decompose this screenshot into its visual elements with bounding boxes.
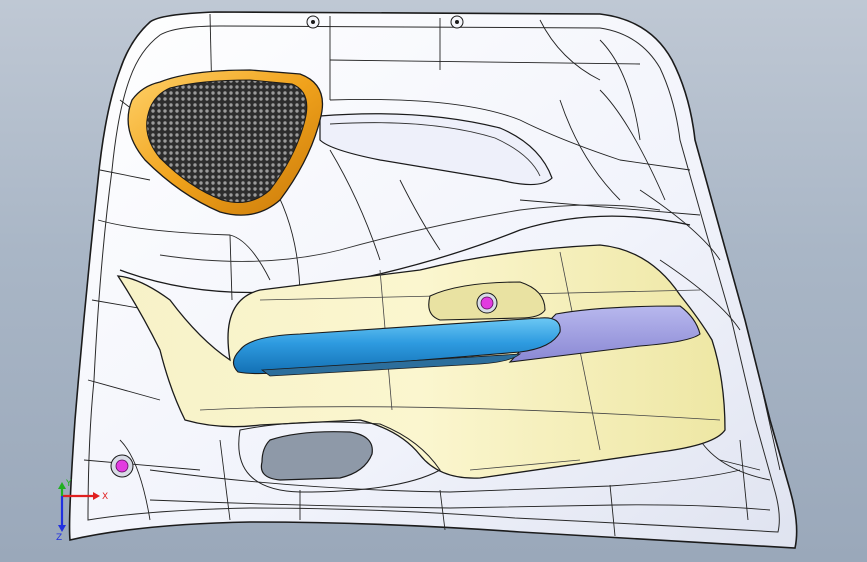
cad-3d-viewport[interactable]: X Y Z xyxy=(0,0,867,562)
triad-y-label: Y xyxy=(65,479,72,489)
triad-z-label: Z xyxy=(56,533,62,543)
triad-z-arrowhead xyxy=(58,525,66,532)
fastener-left[interactable] xyxy=(110,454,134,478)
fastener-pull-cup[interactable] xyxy=(476,292,498,314)
triad-x-label: X xyxy=(102,492,108,502)
mount-clip-left[interactable] xyxy=(306,15,320,29)
triad-y-arrowhead xyxy=(58,482,66,489)
lower-pocket-opening[interactable] xyxy=(260,431,373,481)
mount-clip-right[interactable] xyxy=(450,15,464,29)
model-graphics[interactable]: X Y Z xyxy=(0,0,867,562)
